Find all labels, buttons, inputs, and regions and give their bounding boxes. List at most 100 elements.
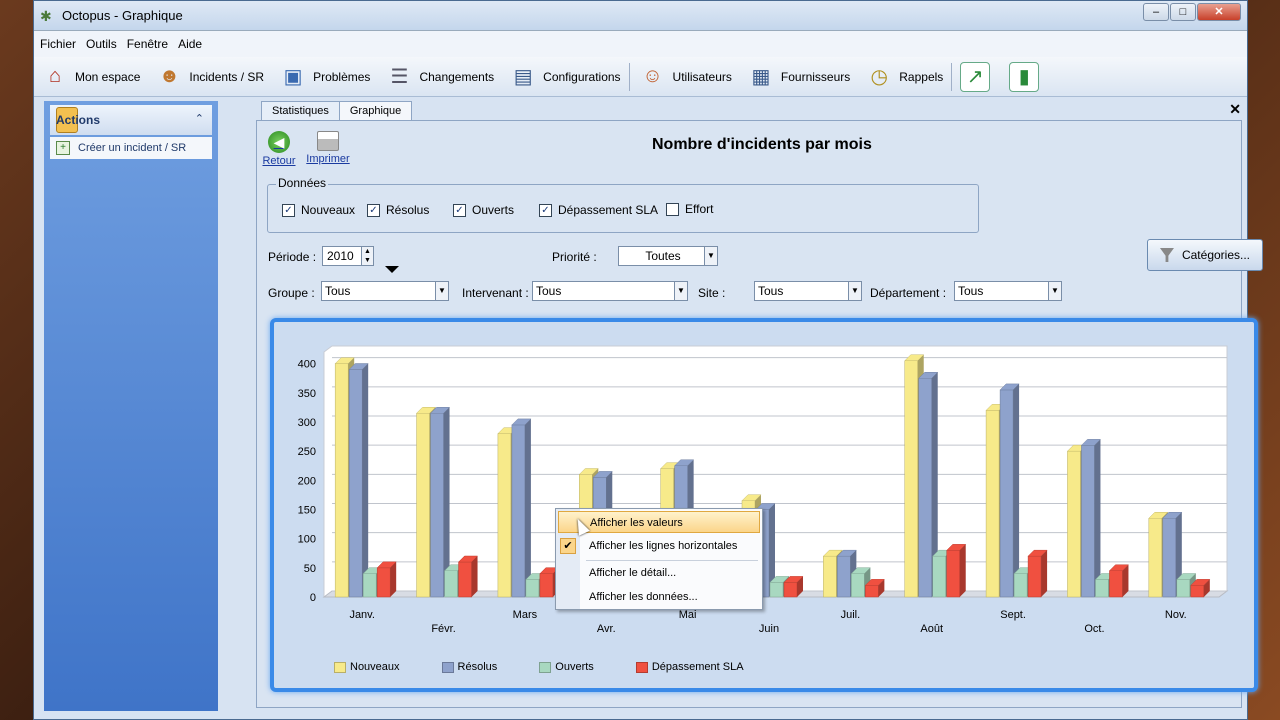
bar-side [471,556,478,597]
sidebar-item-create-incident[interactable]: + Créer un incident / SR [50,137,212,159]
legend-label: Nouveaux [350,661,400,673]
periode-spinner[interactable]: 2010 ▲ ▼ [322,246,374,266]
tab-graphique[interactable]: Graphique [338,101,413,121]
menu-item-show-detail[interactable]: Afficher le détail... [558,562,760,584]
chevron-down-icon[interactable]: ▼ [848,282,861,300]
legend-item-nouveaux: Nouveaux [334,661,400,673]
bar [1095,579,1109,598]
legend-swatch [635,661,648,673]
checkbox-box[interactable] [666,202,679,216]
toolbar-rappels[interactable]: ◷ Rappels [864,62,944,92]
menu-aide[interactable]: Aide [178,37,202,51]
x-tick-label: Sept. [1000,609,1026,621]
bar [416,413,430,598]
toolbar-changements[interactable]: ☰ Changements [384,62,494,92]
toolbar-utilisateurs[interactable]: ☺ Utilisateurs [638,62,732,92]
bar [904,360,918,598]
priorite-select[interactable]: Toutes ▼ [618,246,718,266]
menu-fichier[interactable]: Fichier [40,37,76,51]
bar-side [524,418,531,597]
printer-icon [317,131,339,151]
chart-container[interactable]: 0 50 100 150 200 250 300 350 400 Janv. Févr. Mars Av… [270,318,1258,692]
x-tick-label: Mars [513,609,538,621]
maximize-button[interactable]: □ [1170,3,1196,21]
main-area: Statistiques Graphique ✕ ◀ Retour Imprim… [223,101,1263,711]
categories-button[interactable]: Catégories... [1147,239,1263,271]
intervenant-label: Intervenant : [462,286,529,300]
close-tab-icon[interactable]: ✕ [1229,101,1241,118]
chevron-down-icon[interactable]: ▼ [674,282,687,300]
checkbox-depassement-sla[interactable]: ✓ Dépassement SLA [539,203,658,217]
page-title: Nombre d'incidents par mois [652,136,872,153]
toolbar-mon-espace[interactable]: ⌂ Mon espace [40,62,140,92]
toolbar-label: Changements [419,69,495,84]
menu-item-show-horizontal-lines[interactable]: ✔ Afficher les lignes horizontales [558,535,760,557]
menu-item-label: Afficher les lignes horizontales [589,540,738,552]
departement-label: Département : [870,286,947,300]
toolbar-incidents[interactable]: ☻ Incidents / SR [154,62,264,92]
back-button[interactable]: ◀ Retour [262,131,296,167]
site-label: Site : [698,286,726,300]
checkbox-box[interactable]: ✓ [282,203,295,217]
toolbar-problemes[interactable]: ▣ Problèmes [278,62,371,92]
x-tick-label: Mai [679,609,697,621]
y-tick-label: 100 [298,534,316,546]
clock-note-icon: ◷ [870,66,888,88]
checkbox-nouveaux[interactable]: ✓ Nouveaux [282,203,355,217]
toolbar-graph-button[interactable]: ▮ [1009,61,1044,92]
legend-item-ouverts: Ouverts [539,661,594,673]
dropdown-indicator-icon [385,266,399,273]
checkmark-icon: ✔ [560,538,576,554]
checkbox-ouverts[interactable]: ✓ Ouverts [453,203,514,217]
groupe-select[interactable]: Tous ▼ [321,281,449,301]
title-bar[interactable]: ✱ Octopus - Graphique – □ ✕ [34,1,1247,31]
bar [1148,518,1163,598]
site-select[interactable]: Tous ▼ [754,281,862,301]
checkbox-box[interactable]: ✓ [367,203,380,217]
chevron-down-icon[interactable]: ▼ [1048,282,1061,300]
checkbox-effort[interactable]: Effort [666,202,713,216]
data-options-group: Données ✓ Nouveaux ✓ Résolus ✓ Ouverts ✓ Dép… [267,176,979,233]
bar [497,433,512,598]
document-list-icon: ☰ [390,66,409,88]
checkbox-resolus[interactable]: ✓ Résolus [367,203,429,217]
toolbar-statistics-button[interactable]: ↗ [960,61,995,92]
checkbox-box[interactable]: ✓ [539,203,552,217]
actions-section-header[interactable]: Actions ⌃ [50,105,212,135]
checkbox-box[interactable]: ✓ [453,203,466,217]
legend-label: Dépassement SLA [651,661,744,673]
toolbar-fournisseurs[interactable]: ▦ Fournisseurs [746,62,850,92]
menu-item-show-data[interactable]: Afficher les données... [558,586,760,608]
menu-outils[interactable]: Outils [86,37,117,51]
bar [999,389,1014,598]
chevron-down-icon[interactable]: ▼ [435,282,448,300]
minimize-button[interactable]: – [1143,3,1169,21]
y-tick-label: 200 [298,475,316,487]
collapse-chevron-icon[interactable]: ⌃ [195,112,204,125]
bar [376,567,391,598]
x-tick-label: Juil. [841,609,861,621]
print-label: Imprimer [306,153,350,165]
close-window-button[interactable]: ✕ [1197,3,1241,21]
intervenant-select[interactable]: Tous ▼ [532,281,688,301]
user-computer-icon: ☻ [158,65,180,87]
toolbar-label: Problèmes [313,69,371,84]
bar [539,573,554,598]
toolbar-label: Utilisateurs [672,69,732,84]
bar [1162,518,1177,598]
window-title: Octopus - Graphique [62,8,183,23]
y-tick-label: 400 [298,359,316,371]
print-button[interactable]: Imprimer [305,131,351,165]
users-icon: ☺ [642,65,663,87]
legend-item-resolus: Résolus [441,661,497,673]
menu-separator [586,560,758,561]
tab-strip: Statistiques Graphique [223,101,413,121]
data-group-legend: Données [276,176,329,190]
chevron-down-icon[interactable]: ▼ [704,247,717,265]
spinner-arrows-icon[interactable]: ▲ ▼ [361,247,373,265]
toolbar-configurations[interactable]: ▤ Configurations [508,62,621,92]
intervenant-value: Tous [536,284,562,298]
menu-fenetre[interactable]: Fenêtre [127,37,168,51]
departement-select[interactable]: Tous ▼ [954,281,1062,301]
tab-statistiques[interactable]: Statistiques [261,101,340,121]
